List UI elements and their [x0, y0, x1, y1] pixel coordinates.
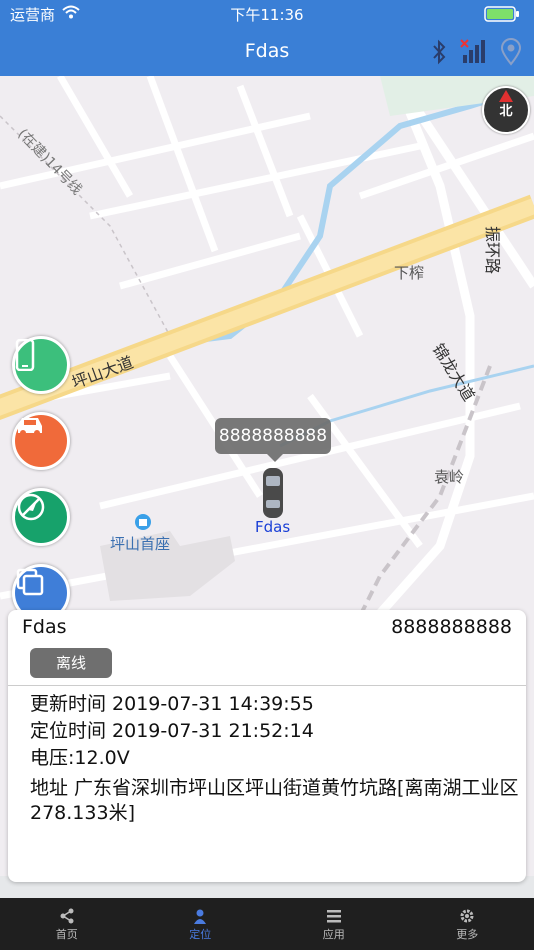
marker-callout-tip	[267, 454, 283, 462]
road-label-zhenhuan: 振环路	[483, 226, 502, 275]
tab-label-location: 定位	[189, 928, 212, 941]
marker-callout[interactable]: 8888888888	[215, 418, 331, 454]
list-icon	[326, 906, 342, 926]
person-icon	[192, 906, 208, 926]
tab-label-home: 首页	[55, 928, 78, 941]
tab-label-more: 更多	[456, 928, 479, 941]
battery-icon	[484, 6, 520, 26]
navigation-button[interactable]	[12, 488, 70, 546]
marker-label: Fdas	[255, 518, 291, 536]
tab-location[interactable]: 定位	[134, 898, 268, 950]
compass-icon[interactable]: 北	[482, 86, 530, 134]
locate-time: 定位时间 2019-07-31 21:52:14	[30, 720, 314, 742]
device-name: Fdas	[22, 616, 67, 638]
tab-bar: 首页 定位 应用 更多	[0, 898, 534, 950]
car-location-button[interactable]	[12, 412, 70, 470]
device-imei: 8888888888	[391, 616, 512, 638]
signal-icon[interactable]	[460, 39, 486, 69]
bluetooth-icon[interactable]	[430, 39, 448, 69]
tab-home[interactable]: 首页	[0, 898, 134, 950]
update-time: 更新时间 2019-07-31 14:39:55	[30, 693, 314, 715]
status-badge: 离线	[30, 648, 112, 678]
nav-bar: Fdas	[0, 28, 534, 76]
divider	[8, 685, 526, 686]
gps-icon[interactable]	[498, 38, 524, 70]
tab-apps[interactable]: 应用	[267, 898, 401, 950]
status-bar: 运营商 下午11:36	[0, 0, 534, 28]
tab-label-apps: 应用	[322, 928, 345, 941]
voltage: 电压:12.0V	[30, 747, 130, 769]
clock: 下午11:36	[230, 6, 304, 24]
device-info-panel: Fdas 8888888888 离线 更新时间 2019-07-31 14:39…	[8, 610, 526, 882]
place-label-yuanling: 袁岭	[434, 468, 465, 486]
compass-label: 北	[499, 104, 513, 119]
gear-icon	[459, 906, 475, 926]
place-label-pingshan-shouzuo: 坪山首座	[110, 535, 171, 553]
share-icon	[59, 906, 75, 926]
phone-location-button[interactable]	[12, 336, 70, 394]
address: 地址 广东省深圳市坪山区坪山街道黄竹坑路[离南湖工业区278.133米]	[30, 777, 519, 824]
place-label-xiazha: 下榨	[394, 264, 425, 282]
tab-more[interactable]: 更多	[401, 898, 534, 950]
